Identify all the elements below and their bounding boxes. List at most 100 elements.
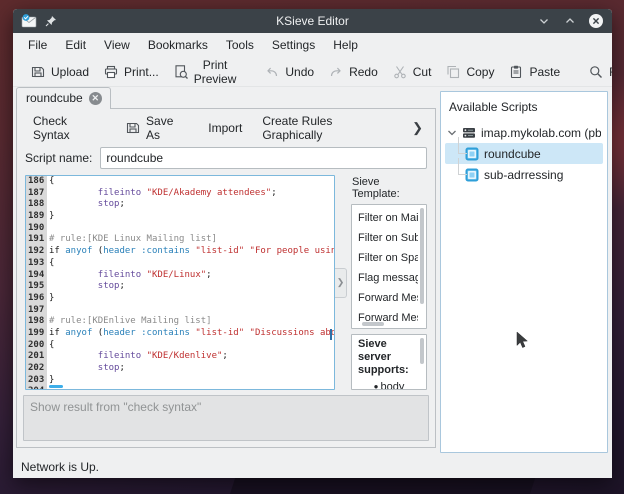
line-number: 198 bbox=[26, 316, 47, 328]
tab-roundcube[interactable]: roundcube ✕ bbox=[16, 87, 111, 109]
code-line: 203} bbox=[26, 375, 334, 387]
sieve-template-label: Sieve Template: bbox=[351, 175, 427, 204]
code-line: 187 fileinto "KDE/Akademy attendees"; bbox=[26, 188, 334, 200]
expander-button[interactable]: ❯ bbox=[335, 268, 347, 298]
template-item[interactable]: Filter on Subje bbox=[358, 229, 418, 249]
menu-settings[interactable]: Settings bbox=[263, 35, 324, 55]
token-txt bbox=[49, 351, 98, 361]
template-item[interactable]: Filter on Maili bbox=[358, 209, 418, 229]
code-line: 193{ bbox=[26, 258, 334, 270]
template-item[interactable]: Filter on Spam bbox=[358, 249, 418, 269]
print-button[interactable]: Print... bbox=[96, 61, 166, 83]
print-preview-button[interactable]: Print Preview bbox=[166, 55, 244, 89]
line-number: 190 bbox=[26, 223, 47, 235]
upload-button[interactable]: Upload bbox=[23, 61, 96, 83]
window-title: KSieve Editor bbox=[13, 14, 612, 28]
tree-script-label: roundcube bbox=[484, 147, 541, 161]
token-str: "KDE/Kdenlive" bbox=[147, 351, 223, 361]
check-syntax-button[interactable]: Check Syntax bbox=[25, 110, 113, 146]
token-kw: header bbox=[103, 246, 136, 256]
pin-icon[interactable] bbox=[45, 15, 57, 27]
code-text: { bbox=[47, 176, 54, 188]
server-capability-label: body bbox=[380, 381, 404, 390]
save-as-label: Save As bbox=[146, 114, 188, 142]
menu-tools[interactable]: Tools bbox=[217, 35, 263, 55]
code-text: stop; bbox=[47, 199, 125, 211]
scripts-tree: imap.mykolab.com (pbro... roundcube sub-ad… bbox=[445, 122, 603, 185]
import-button[interactable]: Import bbox=[200, 117, 250, 139]
token-txt: } bbox=[49, 211, 54, 221]
token-txt: ; bbox=[119, 199, 124, 209]
server-box-scrollbar[interactable] bbox=[420, 338, 424, 364]
editor-side-expander: ❯ bbox=[335, 175, 348, 390]
template-list-hscrollbar[interactable] bbox=[362, 322, 384, 326]
line-number: 201 bbox=[26, 351, 47, 363]
network-status-text: Network is Up. bbox=[21, 460, 99, 474]
menu-bookmarks[interactable]: Bookmarks bbox=[139, 35, 217, 55]
token-cmt: # rule:[KDE Linux Mailing list] bbox=[49, 234, 217, 244]
template-item[interactable]: Forward Mess bbox=[358, 289, 418, 309]
token-txt: ; bbox=[119, 281, 124, 291]
check-syntax-result-box[interactable]: Show result from "check syntax" bbox=[23, 395, 429, 441]
print-preview-icon bbox=[173, 64, 189, 80]
available-scripts-title: Available Scripts bbox=[445, 98, 603, 122]
token-txt: ( bbox=[92, 328, 103, 338]
titlebar[interactable]: KSieve Editor bbox=[13, 9, 612, 33]
token-cmd: fileinto bbox=[98, 188, 141, 198]
code-line: 188 stop; bbox=[26, 199, 334, 211]
code-line: 186{ bbox=[26, 176, 334, 188]
save-as-button[interactable]: Save As bbox=[117, 110, 196, 146]
line-number: 189 bbox=[26, 211, 47, 223]
paste-button[interactable]: Paste bbox=[501, 61, 567, 83]
mouse-cursor bbox=[516, 331, 529, 349]
sieve-server-supports-title: Sieve server supports: bbox=[358, 338, 420, 377]
token-txt: ; bbox=[271, 188, 276, 198]
template-item[interactable]: Flag message bbox=[358, 269, 418, 289]
menu-edit[interactable]: Edit bbox=[56, 35, 95, 55]
code-line: 191# rule:[KDE Linux Mailing list] bbox=[26, 234, 334, 246]
tree-script-roundcube[interactable]: roundcube bbox=[445, 143, 603, 164]
template-item[interactable]: Forward Mess bbox=[358, 309, 418, 329]
import-label: Import bbox=[208, 121, 242, 135]
menu-file[interactable]: File bbox=[19, 35, 56, 55]
minimize-button[interactable] bbox=[536, 13, 552, 29]
code-text: stop; bbox=[47, 363, 125, 375]
tree-server-label: imap.mykolab.com (pbro... bbox=[481, 126, 601, 140]
line-number: 192 bbox=[26, 246, 47, 258]
tree-server-row[interactable]: imap.mykolab.com (pbro... bbox=[445, 122, 603, 143]
tree-expander-chevron-icon[interactable] bbox=[447, 128, 457, 138]
code-text bbox=[47, 223, 49, 235]
menubar: FileEditViewBookmarksToolsSettingsHelp bbox=[13, 33, 612, 57]
code-text bbox=[47, 305, 49, 317]
token-txt: if bbox=[49, 328, 65, 338]
menu-help[interactable]: Help bbox=[324, 35, 367, 55]
token-cmt: # rule:[KDEnlive Mailing list] bbox=[49, 316, 212, 326]
code-editor[interactable]: 186{187 fileinto "KDE/Akademy attendees"… bbox=[25, 175, 335, 390]
redo-icon bbox=[328, 64, 344, 80]
desktop: KSieve Editor FileEditViewBookmarksTools… bbox=[0, 0, 624, 494]
line-number: 187 bbox=[26, 188, 47, 200]
template-list-scrollbar[interactable] bbox=[420, 208, 424, 304]
undo-label: Undo bbox=[285, 65, 314, 79]
create-rules-graphically-button[interactable]: Create Rules Graphically bbox=[254, 110, 400, 146]
tab-close-icon[interactable]: ✕ bbox=[89, 92, 102, 105]
code-line: 204 bbox=[26, 386, 334, 390]
editor-horizontal-scrollbar[interactable] bbox=[49, 385, 63, 388]
actionbar-overflow-chevron-icon[interactable]: ❯ bbox=[408, 120, 427, 136]
close-button[interactable] bbox=[588, 13, 604, 29]
token-cmd: stop bbox=[98, 281, 120, 291]
print-preview-label: Print Preview bbox=[194, 58, 237, 86]
tree-script-sub-adrressing[interactable]: sub-adrressing bbox=[445, 164, 603, 185]
script-name-input[interactable] bbox=[100, 147, 427, 169]
menu-view[interactable]: View bbox=[95, 35, 139, 55]
line-number: 195 bbox=[26, 281, 47, 293]
copy-button: Copy bbox=[438, 61, 501, 83]
token-txt: ; bbox=[222, 351, 227, 361]
script-actionbar: Check Syntax Save As Import Create Rules Gr… bbox=[23, 113, 429, 143]
token-txt: if bbox=[49, 246, 65, 256]
text-caret bbox=[330, 329, 332, 340]
maximize-button[interactable] bbox=[562, 13, 578, 29]
find-button[interactable]: Find... bbox=[581, 61, 612, 83]
sieve-server-supports-box[interactable]: Sieve server supports: ●body●comp bbox=[351, 334, 427, 390]
main-toolbar: UploadPrint...Print PreviewUndoRedoCutCo… bbox=[13, 57, 612, 87]
